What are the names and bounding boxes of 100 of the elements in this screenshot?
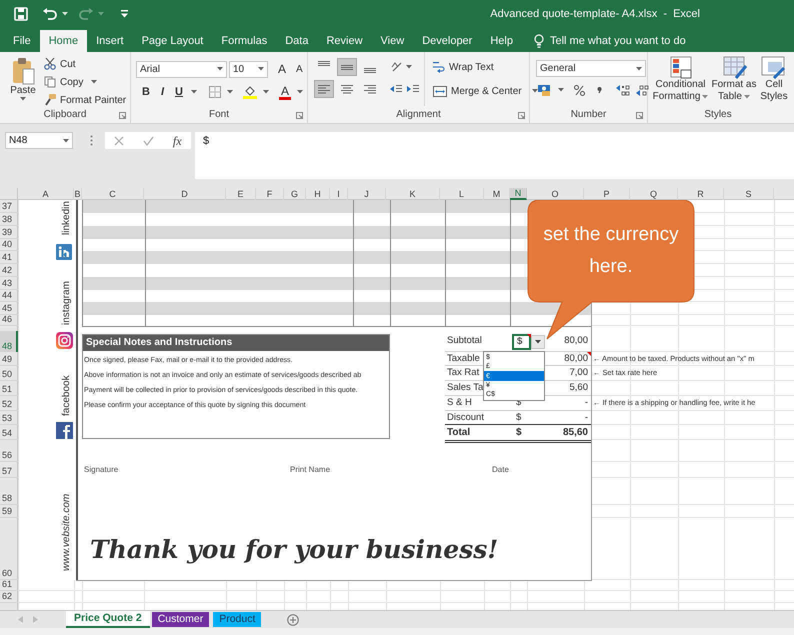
styles-button[interactable]: Cell Styles	[759, 52, 789, 109]
shrink-font-button[interactable]: A	[294, 62, 305, 76]
number-format-field[interactable]: General	[536, 60, 646, 77]
dialog-launcher-icon[interactable]	[636, 112, 643, 119]
social-logo-icon[interactable]	[56, 422, 73, 439]
ribbon-tab[interactable]: Help	[481, 30, 522, 52]
caret-icon[interactable]	[532, 89, 538, 93]
row-header[interactable]: 45	[0, 302, 18, 315]
column-header[interactable]: N	[510, 188, 527, 200]
dialog-launcher-icon[interactable]	[296, 112, 303, 119]
caret-icon[interactable]	[296, 90, 303, 94]
save-icon[interactable]	[14, 7, 28, 21]
row-header[interactable]: 61	[0, 580, 18, 591]
network-logo-icon[interactable]	[56, 244, 72, 260]
caret-icon[interactable]	[406, 65, 412, 69]
caret-icon[interactable]	[217, 67, 223, 71]
bold-button[interactable]: B	[140, 84, 152, 100]
name-box[interactable]: N48	[5, 132, 73, 149]
row-header[interactable]: 41	[0, 251, 18, 264]
caret-icon[interactable]	[226, 90, 233, 94]
sheet-tab[interactable]: Price Quote 2	[66, 611, 150, 628]
ribbon-tab[interactable]: Data	[276, 30, 318, 52]
decrease-indent-icon[interactable]	[389, 83, 403, 95]
horizontal-align-button[interactable]	[314, 80, 334, 98]
percent-icon[interactable]	[574, 84, 585, 96]
row-header[interactable]: 38	[0, 213, 18, 226]
row-header[interactable]: 39	[0, 226, 18, 239]
ribbon-button[interactable]: Format Painter	[43, 91, 128, 109]
dialog-launcher-icon[interactable]	[518, 112, 525, 119]
row-header[interactable]: 48	[0, 331, 18, 352]
row-header[interactable]: 58	[0, 478, 18, 505]
lightbulb-icon[interactable]	[534, 34, 544, 48]
font-color-button[interactable]: A	[278, 84, 291, 100]
currency-icon[interactable]	[538, 84, 552, 96]
sheet-tab[interactable]: Customer	[152, 612, 210, 627]
add-sheet-icon[interactable]	[287, 614, 300, 626]
row-header[interactable]: 56	[0, 447, 18, 462]
sheet-tab[interactable]: Product	[213, 612, 262, 627]
increase-indent-icon[interactable]	[406, 83, 420, 95]
customize-icon[interactable]	[121, 10, 128, 18]
row-header[interactable]: 60	[0, 518, 18, 580]
row-header[interactable]: 57	[0, 462, 18, 478]
font-size-field[interactable]: 10	[229, 60, 268, 78]
caret-icon[interactable]	[62, 12, 68, 16]
row-header[interactable]: 62	[0, 591, 18, 603]
wrap-text-button[interactable]: Wrap Text	[433, 59, 538, 75]
merge-center-button[interactable]: Merge & Center	[433, 83, 538, 99]
paste-button[interactable]: Paste	[3, 52, 43, 109]
ribbon-tab[interactable]: Insert	[87, 30, 133, 52]
formula-input[interactable]: $	[195, 132, 794, 179]
row-header[interactable]: 59	[0, 505, 18, 518]
row-header[interactable]: 46	[0, 315, 18, 326]
decrease-decimal-icon[interactable]	[636, 84, 650, 96]
row-header[interactable]: 49	[0, 352, 18, 366]
row-header[interactable]: 44	[0, 290, 18, 302]
ribbon-button[interactable]: Cut	[43, 55, 128, 73]
ribbon-tab[interactable]: Page Layout	[132, 30, 212, 52]
increase-decimal-icon[interactable]	[616, 84, 630, 96]
ribbon-tab[interactable]: Formulas	[212, 30, 276, 52]
italic-button[interactable]: I	[158, 84, 168, 100]
ribbon-tab[interactable]: Home	[40, 30, 88, 52]
camera-logo-icon[interactable]	[56, 332, 73, 349]
caret-icon[interactable]	[190, 90, 197, 94]
row-header[interactable]: 42	[0, 264, 18, 277]
styles-button[interactable]: Conditional Formatting	[652, 52, 709, 109]
insert-function-button[interactable]: fx	[172, 132, 182, 150]
caret-icon[interactable]	[20, 97, 26, 101]
ribbon-button[interactable]: Copy	[43, 73, 128, 91]
row-header[interactable]: 37	[0, 200, 18, 213]
row-header[interactable]: 52	[0, 396, 18, 411]
vertical-align-button[interactable]	[337, 58, 357, 76]
styles-button[interactable]: Format as Table	[709, 52, 759, 109]
ribbon-tab[interactable]: Review	[317, 30, 372, 52]
row-header[interactable]: 43	[0, 277, 18, 290]
selected-cell[interactable]: $	[512, 334, 531, 350]
row-header[interactable]: 54	[0, 425, 18, 440]
caret-icon[interactable]	[63, 138, 69, 142]
orientation-icon[interactable]	[391, 61, 403, 73]
row-header[interactable]: 51	[0, 381, 18, 396]
drag-handle-icon[interactable]	[90, 135, 93, 146]
fill-color-icon[interactable]	[242, 86, 257, 99]
caret-icon[interactable]	[636, 66, 642, 70]
row-header[interactable]: 53	[0, 411, 18, 425]
undo-icon[interactable]	[42, 8, 58, 20]
font-name-field[interactable]: Arial	[136, 60, 227, 78]
grow-font-button[interactable]: A	[276, 60, 288, 78]
row-header[interactable]: 50	[0, 366, 18, 381]
comma-style-icon[interactable]	[597, 86, 602, 94]
caret-icon[interactable]	[558, 88, 564, 92]
tell-me-search[interactable]: Tell me what you want to do	[544, 30, 692, 52]
dropdown-button[interactable]	[531, 335, 545, 349]
row-header[interactable]: 40	[0, 239, 18, 251]
ribbon-tab[interactable]: Developer	[413, 30, 482, 52]
ribbon-tab[interactable]: File	[4, 30, 40, 52]
caret-icon[interactable]	[262, 90, 269, 94]
dialog-launcher-icon[interactable]	[119, 112, 126, 119]
borders-icon[interactable]	[208, 86, 221, 98]
underline-button[interactable]: U	[173, 84, 185, 100]
check-icon[interactable]	[143, 136, 154, 146]
ribbon-tab[interactable]: View	[372, 30, 414, 52]
